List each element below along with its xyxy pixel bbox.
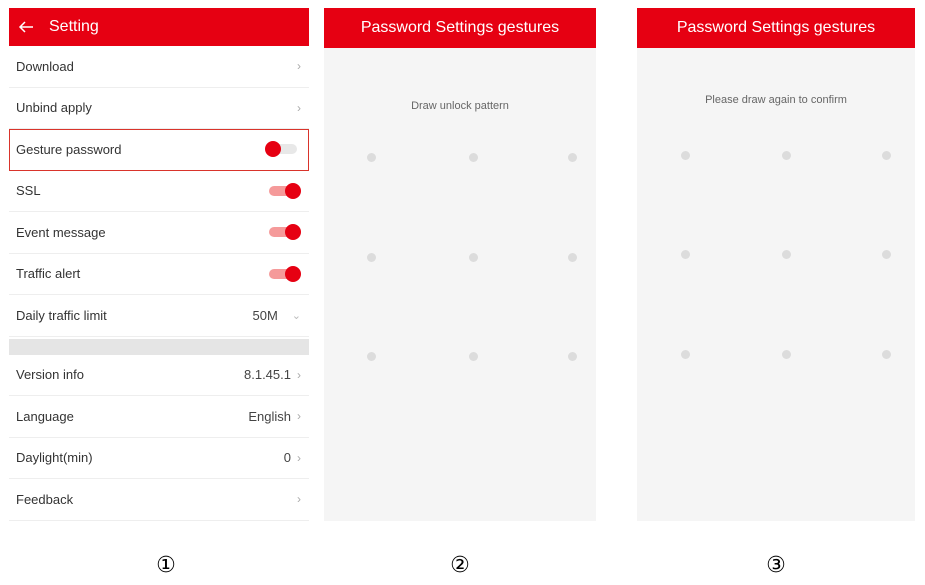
pattern-dot[interactable] (568, 352, 577, 361)
row-language[interactable]: Language English › (9, 396, 309, 438)
gesture-setup-title: Password Settings gestures (360, 19, 560, 36)
pattern-dot[interactable] (782, 350, 791, 359)
pattern-dot[interactable] (782, 151, 791, 160)
pattern-dot[interactable] (568, 253, 577, 262)
pattern-dot[interactable] (469, 153, 478, 162)
pattern-dot[interactable] (882, 151, 891, 160)
gesture-password-toggle[interactable] (265, 141, 301, 158)
row-daylight[interactable]: Daylight(min) 0 › (9, 438, 309, 479)
section-divider (9, 338, 309, 355)
pattern-dot[interactable] (367, 352, 376, 361)
chevron-right-icon: › (297, 409, 301, 424)
dropdown-caret-icon: ⌄ (291, 309, 301, 322)
chevron-right-icon: › (297, 367, 301, 382)
pattern-dot[interactable] (469, 253, 478, 262)
back-arrow-icon[interactable] (17, 18, 35, 36)
row-ssl: SSL (9, 171, 309, 212)
gesture-confirm-header: Password Settings gestures (637, 8, 915, 48)
row-event-message: Event message (9, 212, 309, 254)
row-feedback[interactable]: Feedback › (9, 479, 309, 521)
settings-screen: Setting Download › Unbind apply › Gestur… (9, 8, 309, 521)
row-daily-traffic-limit[interactable]: Daily traffic limit 50M ⌄ (9, 295, 309, 337)
pattern-dot[interactable] (681, 250, 690, 259)
pattern-dot[interactable] (367, 253, 376, 262)
step-label-3: ③ (766, 552, 786, 577)
daylight-value: 0 (283, 450, 291, 466)
row-version-info[interactable]: Version info 8.1.45.1 › (9, 355, 309, 396)
step-label-2: ② (450, 552, 470, 577)
row-traffic-alert: Traffic alert (9, 254, 309, 295)
settings-header: Setting (9, 8, 309, 46)
daily-traffic-value: 50M (252, 307, 278, 323)
version-value: 8.1.45.1 (244, 367, 291, 383)
pattern-dot[interactable] (882, 350, 891, 359)
gesture-confirm-title: Password Settings gestures (676, 19, 876, 36)
gesture-setup-screen: Password Settings gestures Draw unlock p… (324, 8, 596, 521)
gesture-confirm-screen: Password Settings gestures Please draw a… (637, 8, 915, 521)
gesture-setup-header: Password Settings gestures (324, 8, 596, 48)
traffic-alert-toggle[interactable] (265, 265, 301, 282)
language-value: English (248, 408, 291, 424)
confirm-pattern-prompt: Please draw again to confirm (705, 94, 847, 106)
ssl-toggle[interactable] (265, 182, 301, 199)
draw-pattern-prompt: Draw unlock pattern (411, 100, 509, 112)
pattern-dot[interactable] (568, 153, 577, 162)
settings-title: Setting (49, 18, 99, 35)
step-label-1: ① (156, 552, 176, 577)
pattern-dot[interactable] (882, 250, 891, 259)
pattern-dot[interactable] (782, 250, 791, 259)
pattern-dot[interactable] (681, 350, 690, 359)
chevron-right-icon: › (297, 59, 301, 74)
row-unbind-apply[interactable]: Unbind apply › (9, 88, 309, 129)
pattern-dot[interactable] (367, 153, 376, 162)
row-download[interactable]: Download › (9, 46, 309, 88)
chevron-right-icon: › (297, 492, 301, 507)
pattern-dot[interactable] (469, 352, 478, 361)
chevron-right-icon: › (297, 100, 301, 115)
event-message-toggle[interactable] (265, 224, 301, 241)
chevron-right-icon: › (297, 450, 301, 465)
row-gesture-password: Gesture password (9, 129, 309, 171)
pattern-dot[interactable] (681, 151, 690, 160)
